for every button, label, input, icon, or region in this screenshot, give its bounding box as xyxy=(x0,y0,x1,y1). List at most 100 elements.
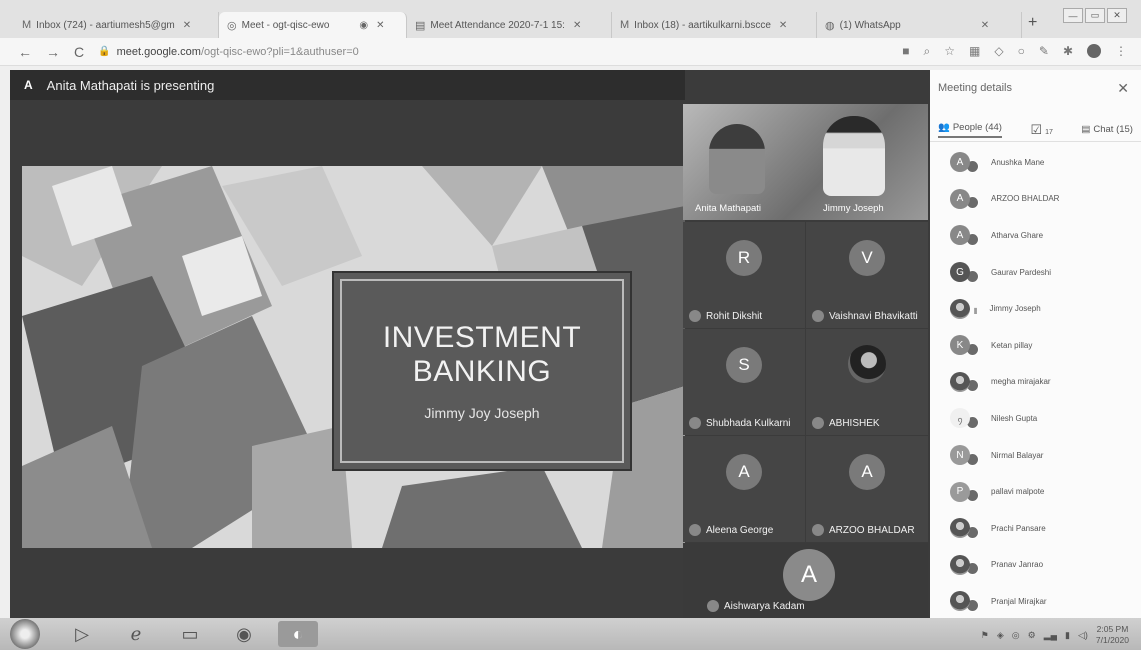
list-item[interactable]: Pranav Janrao xyxy=(930,547,1141,584)
close-tab-icon[interactable]: ✕ xyxy=(573,20,581,31)
close-tab-icon[interactable]: ✕ xyxy=(376,20,384,31)
puzzle-icon[interactable]: ✱ xyxy=(1063,44,1073,59)
participant-tile[interactable]: R Rohit Dikshit xyxy=(683,222,805,328)
zoom-icon[interactable]: ⌕ xyxy=(924,44,931,59)
meet-icon: ◎ xyxy=(227,19,237,32)
list-item[interactable]: Prachi Pansare xyxy=(930,510,1141,547)
avatar xyxy=(950,554,970,575)
media-player-icon[interactable]: ▷ xyxy=(62,621,102,647)
participant-tile[interactable]: S Shubhada Kulkarni xyxy=(683,329,805,435)
new-tab-button[interactable]: + xyxy=(1028,14,1037,32)
extension-icon[interactable]: ✎ xyxy=(1039,44,1049,59)
battery-icon[interactable]: ▮ xyxy=(1065,630,1070,641)
person-name: Nirmal Balayar xyxy=(991,450,1044,460)
close-tab-icon[interactable]: ✕ xyxy=(981,20,989,31)
people-icon: 👥 xyxy=(938,121,950,133)
url-field[interactable]: meet.google.com/ogt-qisc-ewo?pli=1&authu… xyxy=(117,46,359,58)
list-item[interactable]: G Gaurav Pardeshi xyxy=(930,254,1141,291)
browser-tab-gmail-2[interactable]: M Inbox (18) - aartikulkarni.bscce ✕ xyxy=(612,12,817,38)
browser-tab-meet[interactable]: ◎ Meet - ogt-qisc-ewo ◉ ✕ xyxy=(219,12,407,38)
tile-name-text: Aishwarya Kadam xyxy=(724,600,805,612)
minimize-icon[interactable]: — xyxy=(1063,8,1083,23)
camera-icon[interactable]: ■ xyxy=(902,44,909,59)
chat-tab-label: Chat (15) xyxy=(1093,124,1133,135)
recording-icon: ◉ xyxy=(359,19,369,31)
browser-tab-sheet[interactable]: ▤ Meet Attendance 2020-7-1 15: ✕ xyxy=(407,12,612,38)
browser-tab-gmail-1[interactable]: M Inbox (724) - aartiumesh5@gm ✕ xyxy=(14,12,219,38)
tray-icon[interactable]: ⚙ xyxy=(1028,630,1036,641)
file-explorer-icon[interactable]: ▭ xyxy=(170,621,210,647)
person-name: Atharva Ghare xyxy=(991,230,1044,240)
presenter-label: Anita Mathapati is presenting xyxy=(46,77,215,93)
volume-icon[interactable]: ◁) xyxy=(1078,630,1088,641)
person-name: Ketan pillay xyxy=(991,340,1033,350)
extension-icon[interactable]: ○ xyxy=(1018,44,1025,59)
maximize-icon[interactable]: ▭ xyxy=(1085,8,1105,23)
avatar: S xyxy=(726,347,762,383)
lock-icon[interactable]: 🔒 xyxy=(98,46,110,57)
meeting-stage: A Anita Mathapati is presenting INVESTME… xyxy=(10,70,930,618)
participant-tile[interactable]: V Vaishnavi Bhavikatti xyxy=(806,222,928,328)
list-item[interactable]: ⦀ Jimmy Joseph xyxy=(930,290,1141,327)
person-name: pallavi malpote xyxy=(991,487,1045,497)
tray-icon[interactable]: ◎ xyxy=(1012,630,1020,641)
presenter-bar: A Anita Mathapati is presenting xyxy=(10,70,685,100)
forward-icon[interactable]: → xyxy=(46,44,60,60)
browser-tab-strip: M Inbox (724) - aartiumesh5@gm ✕ ◎ Meet … xyxy=(0,0,1141,38)
tile-name-text: Vaishnavi Bhavikatti xyxy=(829,310,918,322)
participant-tile[interactable]: A Aleena George xyxy=(683,436,805,542)
video-name-anita: Anita Mathapati xyxy=(695,203,762,214)
chrome-icon[interactable]: ◐ xyxy=(278,621,318,647)
extension-icon[interactable]: ◇ xyxy=(994,44,1003,59)
avatar: P xyxy=(950,481,970,502)
person-name: Jimmy Joseph xyxy=(989,304,1041,314)
meeting-details-panel: Meeting details ✕ 👥 People (44) ☑ 17 ▤ Chat… xyxy=(930,70,1141,618)
participant-tiles: Anita Mathapati Jimmy Joseph R Rohit Dik… xyxy=(683,104,928,618)
list-item[interactable]: Ppallavi malpote xyxy=(930,473,1141,510)
system-tray: ⚑ ◈ ◎ ⚙ ▂▄ ▮ ◁) 2:05 PM 7/1/2020 xyxy=(981,624,1129,646)
tab-chat[interactable]: ▤ Chat (15) xyxy=(1081,124,1133,135)
avatar: A xyxy=(726,454,762,490)
tile-name: Vaishnavi Bhavikatti xyxy=(812,310,918,322)
list-item[interactable]: A Atharva Ghare xyxy=(930,217,1141,254)
list-item[interactable]: A ARZOO BHALDAR xyxy=(930,181,1141,218)
media-icon[interactable]: ◉ xyxy=(224,621,264,647)
close-tab-icon[interactable]: ✕ xyxy=(183,20,191,31)
list-item[interactable]: ᠀ Nilesh Gupta xyxy=(930,400,1141,437)
participant-tile[interactable]: A ARZOO BHALDAR xyxy=(806,436,928,542)
tray-icon[interactable]: ⚑ xyxy=(981,630,989,641)
list-item[interactable]: A Anushka Mane xyxy=(930,144,1141,181)
participant-tile[interactable]: ABHISHEK xyxy=(806,329,928,435)
start-button[interactable] xyxy=(10,619,40,649)
avatar xyxy=(848,345,886,383)
network-icon[interactable]: ▂▄ xyxy=(1044,630,1057,641)
list-item[interactable]: megha mirajakar xyxy=(930,364,1141,401)
internet-explorer-icon[interactable]: ℯ xyxy=(116,621,156,647)
mic-off-icon xyxy=(812,310,824,322)
video-name-jimmy: Jimmy Joseph xyxy=(823,203,884,214)
tab-people[interactable]: 👥 People (44) xyxy=(938,122,1002,138)
close-icon[interactable]: ✕ xyxy=(1117,80,1129,97)
close-window-icon[interactable]: ✕ xyxy=(1107,8,1127,23)
clock[interactable]: 2:05 PM 7/1/2020 xyxy=(1096,624,1129,646)
list-item[interactable]: N Nirmal Balayar xyxy=(930,437,1141,474)
video-tile-pair[interactable]: Anita Mathapati Jimmy Joseph xyxy=(683,104,928,220)
tray-icon[interactable]: ◈ xyxy=(997,630,1004,641)
profile-avatar[interactable] xyxy=(1087,44,1101,58)
reload-icon[interactable]: C xyxy=(74,44,84,60)
close-tab-icon[interactable]: ✕ xyxy=(779,20,787,31)
tile-name-text: Aleena George xyxy=(706,524,774,536)
panel-tabs: 👥 People (44) ☑ 17 ▤ Chat (15) xyxy=(930,118,1141,142)
menu-icon[interactable]: ⋮ xyxy=(1115,44,1127,59)
tab-activities[interactable]: ☑ 17 xyxy=(1030,122,1052,138)
people-tab-label: People (44) xyxy=(952,121,1002,133)
star-icon[interactable]: ☆ xyxy=(944,44,955,59)
list-item[interactable]: K Ketan pillay xyxy=(930,327,1141,364)
list-item[interactable]: Pranjal Mirajkar xyxy=(930,583,1141,620)
tile-name-text: ABHISHEK xyxy=(829,417,880,429)
extension-icon[interactable]: ▦ xyxy=(969,44,980,59)
browser-tab-whatsapp[interactable]: ◍ (1) WhatsApp ✕ xyxy=(817,12,1022,38)
avatar: R xyxy=(726,240,762,276)
participant-tile[interactable]: A Aishwarya Kadam xyxy=(683,543,928,618)
back-icon[interactable]: ← xyxy=(18,44,32,60)
